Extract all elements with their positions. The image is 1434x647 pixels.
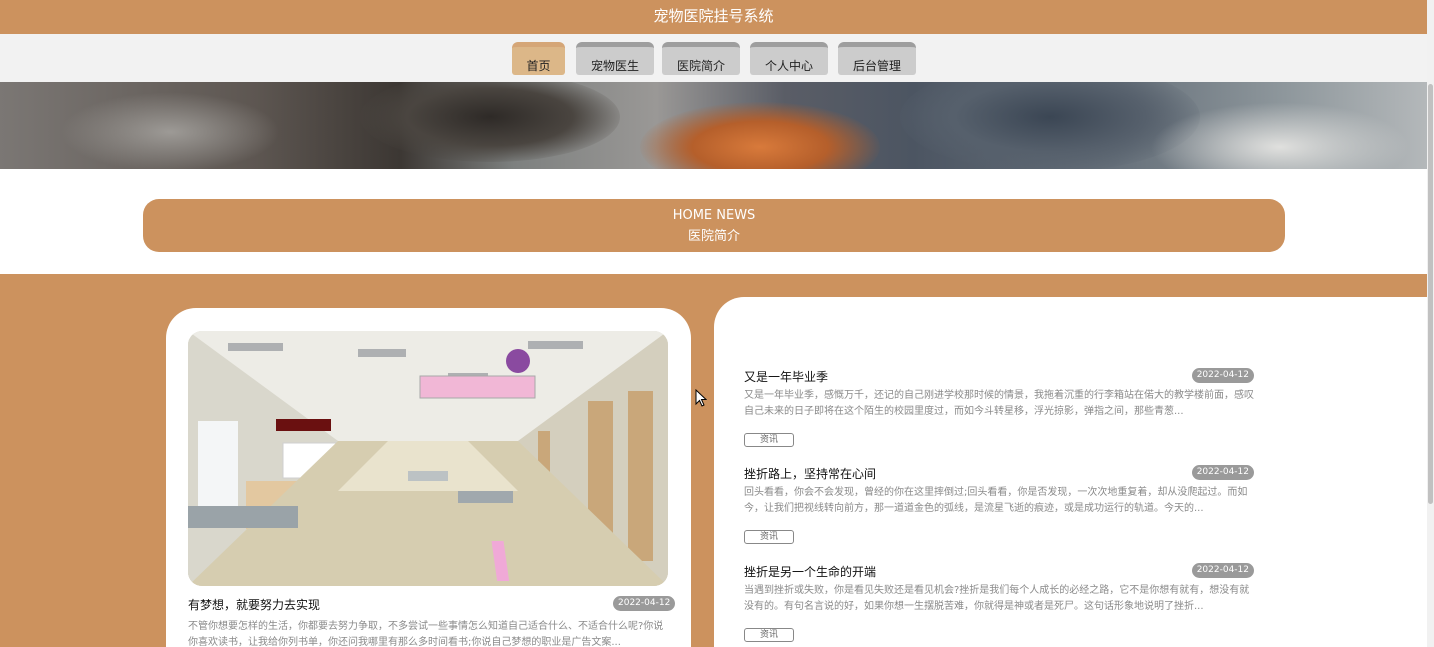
news-item-description: 回头看看，你会不会发现，曾经的你在这里摔倒过;回头看看，你是否发现，一次次地重复… — [744, 487, 1248, 514]
featured-date-badge: 2022-04-12 — [613, 596, 676, 611]
news-item-title[interactable]: 又是一年毕业季 — [744, 368, 828, 385]
nav-admin[interactable]: 后台管理 — [838, 42, 916, 75]
news-item[interactable]: 又是一年毕业季 2022-04-12 又是一年毕业季，感慨万千，还记的自己刚进学… — [744, 368, 1254, 448]
news-list-card: 又是一年毕业季 2022-04-12 又是一年毕业季，感慨万千，还记的自己刚进学… — [714, 297, 1434, 647]
hero-banner — [0, 82, 1427, 169]
news-item-date: 2022-04-12 — [1191, 465, 1254, 480]
news-item-description: 当遇到挫折或失败，你是看见失败还是看见机会?挫折是我们每个人成长的必经之路，它不… — [744, 585, 1250, 612]
nav-home[interactable]: 首页 — [512, 42, 565, 75]
featured-image[interactable] — [188, 331, 668, 586]
featured-news-card[interactable]: 有梦想，就要努力去实现 2022-04-12 不管你想要怎样的生活，你都要去努力… — [166, 308, 691, 647]
scrollbar-thumb[interactable] — [1428, 84, 1433, 504]
arrow-cursor-icon — [695, 388, 708, 411]
featured-description: 不管你想要怎样的生活，你都要去努力争取，不多尝试一些事情怎么知道自己适合什么、不… — [188, 621, 664, 647]
news-item-title[interactable]: 挫折是另一个生命的开端 — [744, 563, 876, 580]
news-section-header: HOME NEWS 医院简介 — [143, 199, 1285, 252]
nav-pet-doctors[interactable]: 宠物医生 — [576, 42, 654, 75]
news-item-date: 2022-04-12 — [1191, 368, 1254, 383]
news-item-tag[interactable]: 资讯 — [744, 433, 794, 447]
news-item[interactable]: 挫折是另一个生命的开端 2022-04-12 当遇到挫折或失败，你是看见失败还是… — [744, 563, 1254, 643]
news-item-tag[interactable]: 资讯 — [744, 530, 794, 544]
news-header-cn: 医院简介 — [687, 229, 740, 244]
news-item-date: 2022-04-12 — [1191, 563, 1254, 578]
nav-personal-center[interactable]: 个人中心 — [750, 42, 828, 75]
news-header-en: HOME NEWS — [672, 208, 756, 223]
site-title: 宠物医院挂号系统 — [653, 7, 774, 25]
news-item-tag[interactable]: 资讯 — [744, 628, 794, 642]
main-nav: 首页 宠物医生 医院简介 个人中心 后台管理 — [0, 34, 1427, 82]
news-item-title[interactable]: 挫折路上，坚持常在心间 — [744, 465, 876, 482]
site-header: 宠物医院挂号系统 — [0, 0, 1427, 34]
nav-hospital-intro[interactable]: 医院简介 — [662, 42, 740, 75]
page-scrollbar[interactable] — [1427, 0, 1434, 647]
featured-title[interactable]: 有梦想，就要努力去实现 — [188, 596, 320, 613]
news-item-description: 又是一年毕业季，感慨万千，还记的自己刚进学校那时候的情景，我拖着沉重的行李箱站在… — [744, 390, 1254, 417]
news-item[interactable]: 挫折路上，坚持常在心间 2022-04-12 回头看看，你会不会发现，曾经的你在… — [744, 465, 1254, 545]
